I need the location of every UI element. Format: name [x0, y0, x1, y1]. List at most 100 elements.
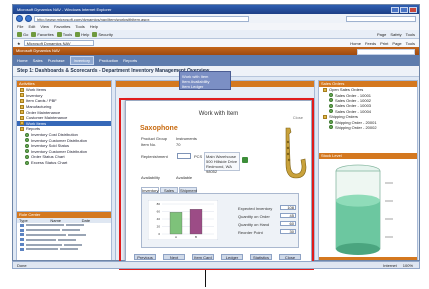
menu-bar: File Edit View Favorites Tools Help: [13, 23, 419, 30]
tree-item-label: Manufacturing: [26, 104, 52, 110]
page-button[interactable]: Page: [392, 41, 401, 46]
report-icon: [25, 138, 29, 143]
right-pane: Sales Orders Open Sales Orders Sales Orde…: [318, 80, 418, 260]
document-icon: [329, 109, 333, 114]
folder-icon: [20, 121, 24, 126]
gauge-fill: [336, 200, 380, 249]
help-icon: [75, 31, 81, 37]
close-button[interactable]: [409, 6, 417, 13]
tree-item[interactable]: Excess Status Chart: [17, 160, 111, 166]
folder-icon: [20, 110, 24, 115]
cmd-tools[interactable]: Tools: [56, 31, 73, 37]
app-search-input[interactable]: [357, 49, 415, 55]
role-row-text: [26, 224, 64, 227]
cmd-page[interactable]: Page: [377, 32, 386, 37]
back-button[interactable]: [16, 15, 23, 22]
menu-view[interactable]: View: [40, 24, 49, 29]
browser-tab[interactable]: Microsoft Dynamics NAV: [23, 40, 94, 46]
go-icon: [17, 31, 22, 37]
search-input[interactable]: [346, 15, 416, 22]
menu-edit[interactable]: Edit: [28, 24, 35, 29]
home-button[interactable]: Home: [350, 41, 361, 46]
tree-item-label: Inventory: [26, 92, 43, 98]
cmd-security[interactable]: Security: [92, 31, 113, 37]
callout-pointer-line: [205, 270, 206, 287]
role-row-text: [26, 243, 62, 246]
role-row-text: [26, 238, 56, 241]
document-icon: [20, 238, 24, 242]
zoom-level[interactable]: 100%: [403, 263, 413, 268]
minimize-button[interactable]: [391, 6, 399, 13]
menu-favorites[interactable]: Favorites: [54, 24, 70, 29]
right-tree-item-label: Open Sales Orders: [329, 87, 364, 93]
folder-icon: [323, 114, 327, 119]
report-icon: [25, 154, 29, 159]
url-input[interactable]: http://www.microsoft.com/dynamics/nav/it…: [34, 15, 249, 22]
feeds-button[interactable]: Feeds: [365, 41, 376, 46]
folder-icon: [20, 98, 24, 103]
cmd-go-label: Go: [23, 31, 29, 37]
folder-icon: [20, 87, 24, 92]
tree-item-label: Inventory Customer Distribution: [31, 148, 88, 154]
gauge-base: [336, 243, 380, 255]
tools-button[interactable]: Tools: [406, 41, 415, 46]
tree-item-label: Inventory Customer Distribution: [31, 137, 88, 143]
dropdown-item[interactable]: Item Ledger: [182, 84, 228, 89]
print-button[interactable]: Print: [380, 41, 388, 46]
role-center-pane: Role Center Type Name Date: [16, 211, 112, 260]
role-row-date: [68, 233, 86, 236]
folder-icon: [20, 126, 24, 131]
document-icon: [329, 125, 333, 130]
security-zone[interactable]: Internet: [383, 263, 397, 268]
nav-purchase[interactable]: Purchase: [48, 58, 65, 63]
window-controls: [391, 6, 417, 13]
role-row-date: [60, 248, 78, 251]
tree-item-label: Work Items: [26, 120, 47, 126]
nav-inventory[interactable]: Inventory: [69, 56, 95, 65]
document-icon: [20, 243, 24, 247]
highlight-callout-frame: [119, 98, 314, 270]
cmd-help[interactable]: Help: [75, 31, 89, 37]
nav-production[interactable]: Production: [99, 58, 118, 63]
menu-tools[interactable]: Tools: [75, 24, 84, 29]
tools-icon: [56, 31, 62, 37]
menu-file[interactable]: File: [17, 24, 23, 29]
nav-home[interactable]: Home: [17, 58, 28, 63]
tree-item-label: Inventory Sold Status: [31, 143, 70, 149]
role-row[interactable]: [17, 247, 111, 252]
right-tree-item[interactable]: Shipping Order - 20002: [319, 125, 417, 130]
folder-icon: [20, 104, 24, 109]
forward-button[interactable]: [25, 15, 32, 22]
column-date[interactable]: Date: [80, 218, 111, 223]
role-row-text: [26, 233, 66, 236]
status-bar: Done Internet 100%: [12, 261, 420, 269]
column-name[interactable]: Name: [48, 218, 79, 223]
nav-sales[interactable]: Sales: [33, 58, 43, 63]
address-bar: http://www.microsoft.com/dynamics/nav/it…: [13, 14, 419, 23]
stock-level-gauge: [335, 164, 393, 255]
tree-item-label: Reports: [26, 126, 41, 132]
right-tree-item-label: Sales Order - 10001: [335, 92, 372, 98]
cmd-tools-right[interactable]: Tools: [406, 32, 415, 37]
cmd-favorites[interactable]: Favorites: [31, 31, 54, 37]
folder-icon: [20, 93, 24, 98]
tree-item-label: Order Status Chart: [31, 154, 65, 160]
column-type[interactable]: Type: [17, 218, 48, 223]
cmd-safety[interactable]: Safety: [390, 32, 401, 37]
menu-help[interactable]: Help: [90, 24, 98, 29]
role-row-text: [26, 229, 60, 232]
cmd-go[interactable]: Go: [17, 31, 29, 37]
document-icon: [20, 247, 24, 251]
document-icon: [329, 120, 333, 125]
stock-level-heading: Stock Level: [319, 153, 417, 159]
document-icon: [20, 233, 24, 237]
tree-item-label: Inventory Cost Distribution: [31, 132, 78, 138]
role-row-date: [64, 243, 82, 246]
nav-reports[interactable]: Reports: [123, 58, 137, 63]
right-tree-item-label: Sales Order - 10003: [335, 103, 372, 109]
window-title: Microsoft Dynamics NAV - Windows Interne…: [17, 7, 112, 12]
cmd-tools-label: Tools: [62, 31, 73, 37]
star-icon[interactable]: ★: [17, 41, 21, 46]
report-icon: [25, 149, 29, 154]
maximize-button[interactable]: [400, 6, 408, 13]
